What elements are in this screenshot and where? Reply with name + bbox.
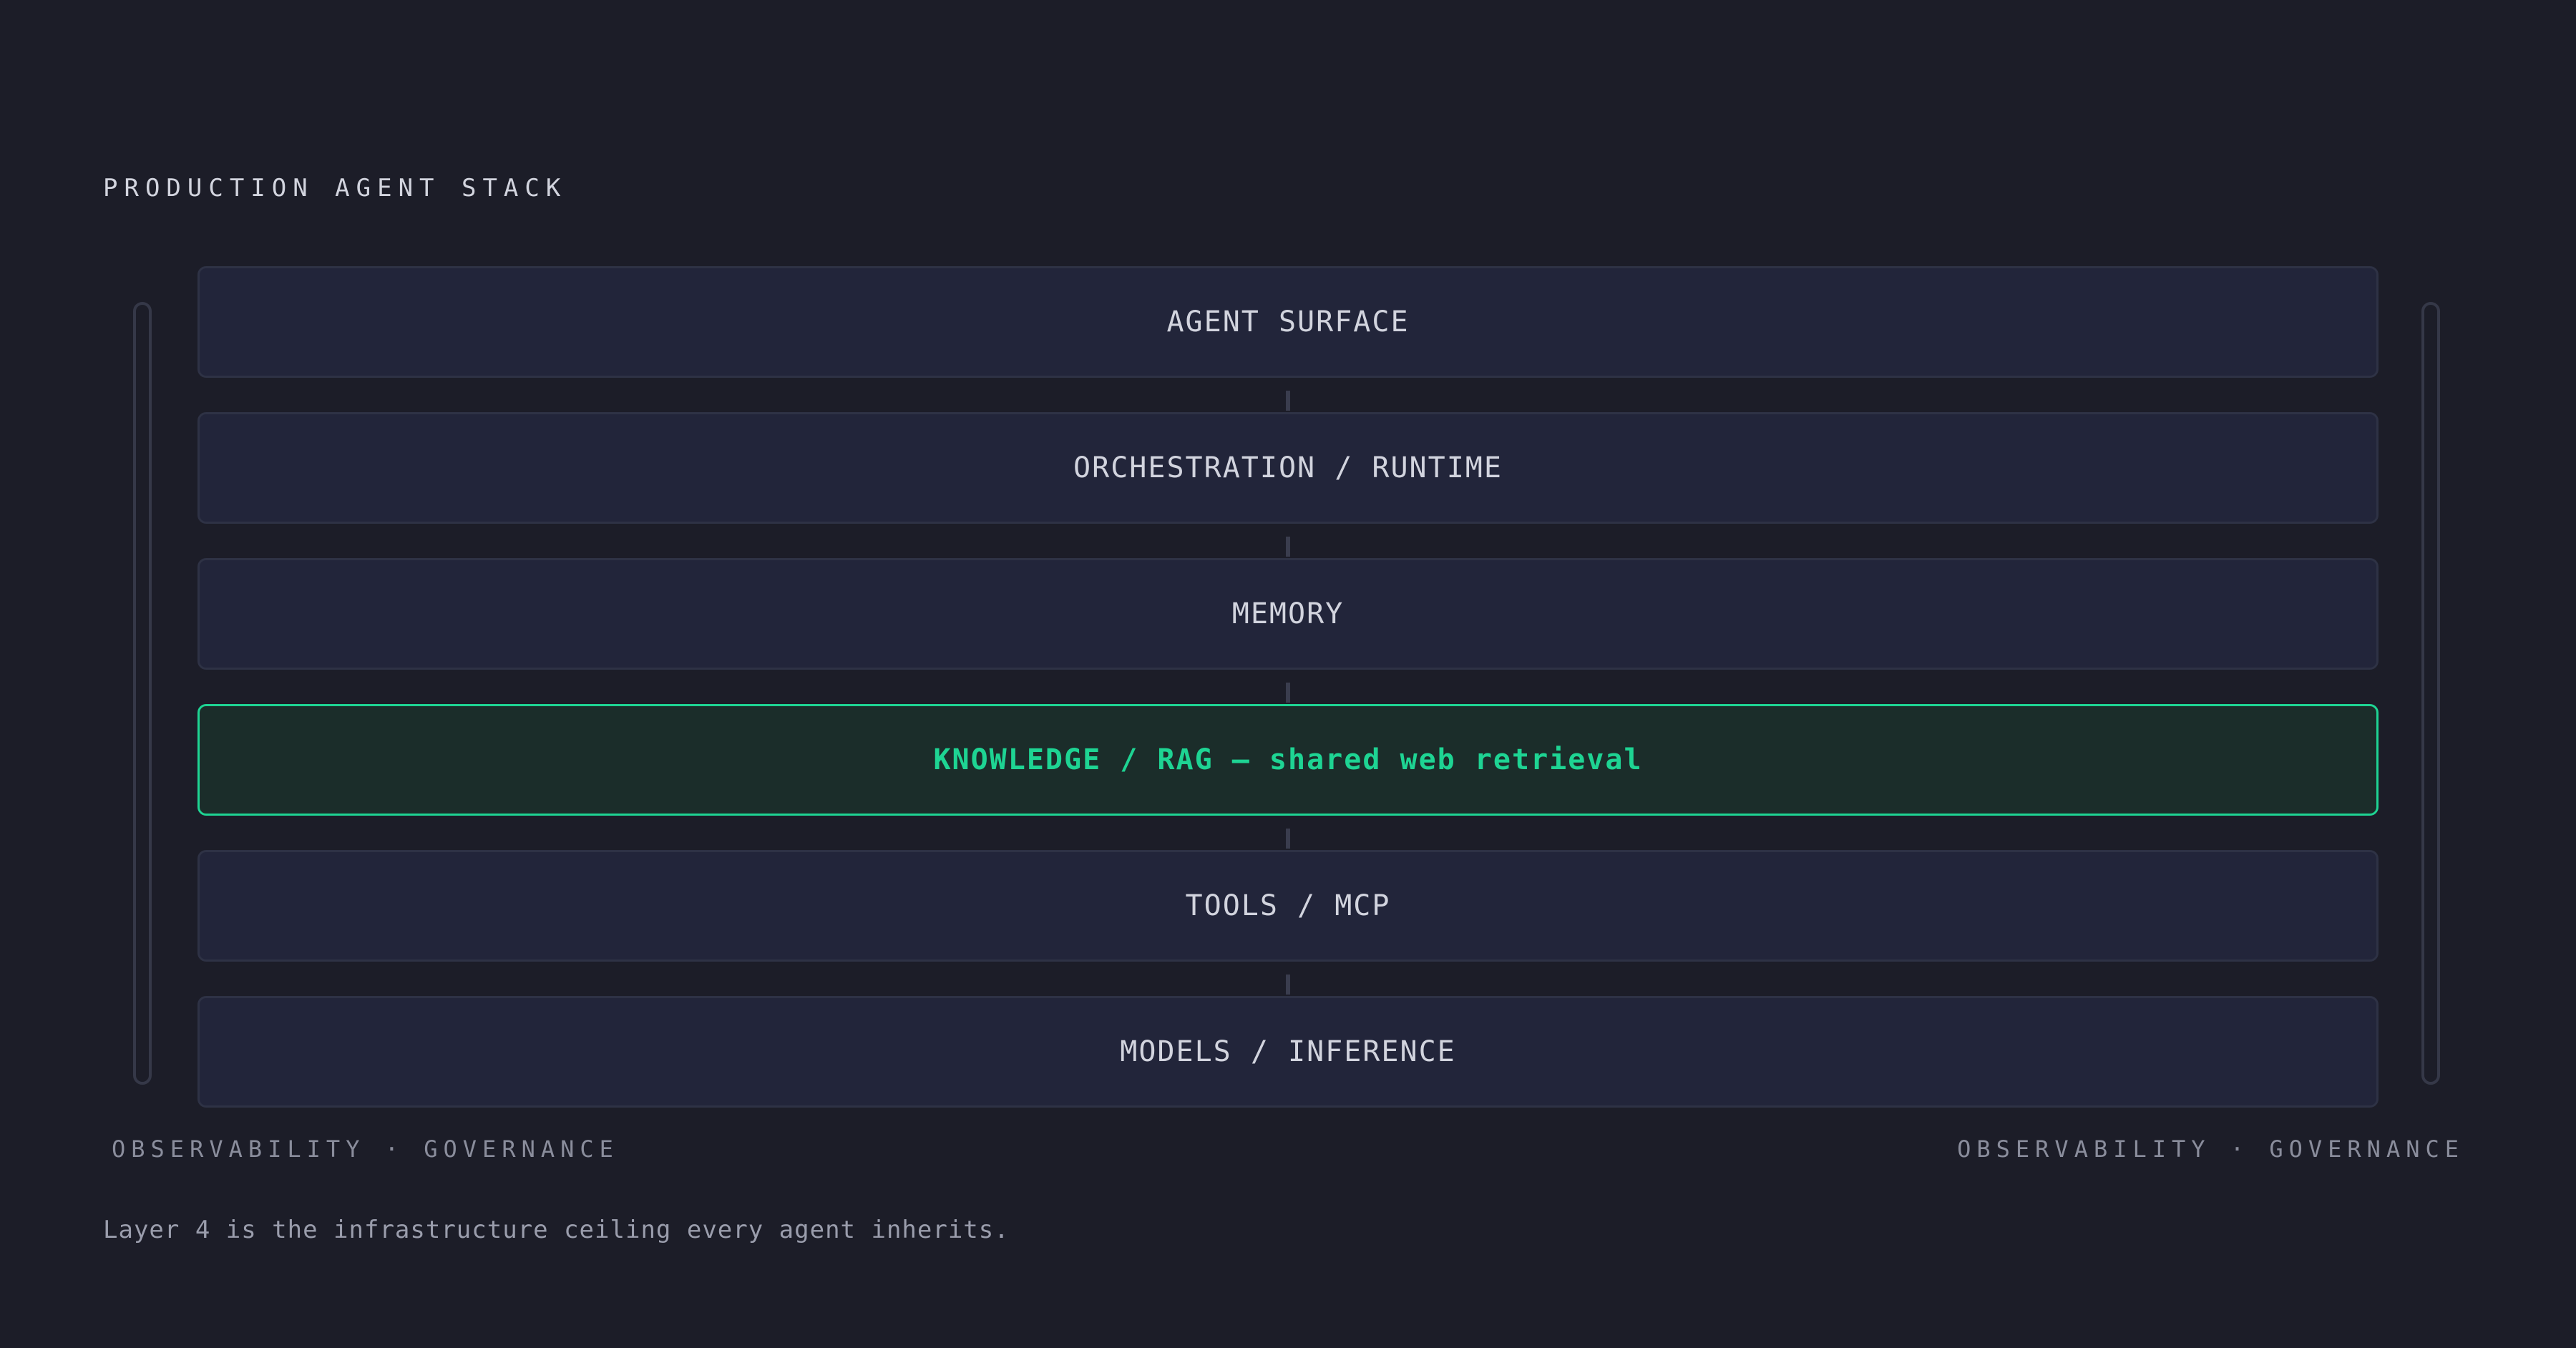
rail-label-right: OBSERVABILITY · GOVERNANCE [1957,1135,2464,1163]
layer-knowledge-rag: KNOWLEDGE / RAG — shared web retrieval [197,704,2379,816]
diagram-title: PRODUCTION AGENT STACK [103,174,567,202]
rail-label-left: OBSERVABILITY · GOVERNANCE [112,1135,619,1163]
layer-connector [1286,975,1290,995]
observability-rail-right [2421,302,2440,1085]
layer-models-inference: MODELS / INFERENCE [197,996,2379,1108]
layer-tools-mcp: TOOLS / MCP [197,850,2379,962]
observability-rail-left [133,302,152,1085]
layer-connector [1286,391,1290,411]
layer-memory: MEMORY [197,558,2379,670]
layer-orchestration-runtime: ORCHESTRATION / RUNTIME [197,412,2379,524]
caption: Layer 4 is the infrastructure ceiling ev… [103,1216,1010,1244]
layer-agent-surface: AGENT SURFACE [197,266,2379,378]
layer-connector [1286,537,1290,557]
layer-connector [1286,683,1290,703]
layer-connector [1286,829,1290,849]
